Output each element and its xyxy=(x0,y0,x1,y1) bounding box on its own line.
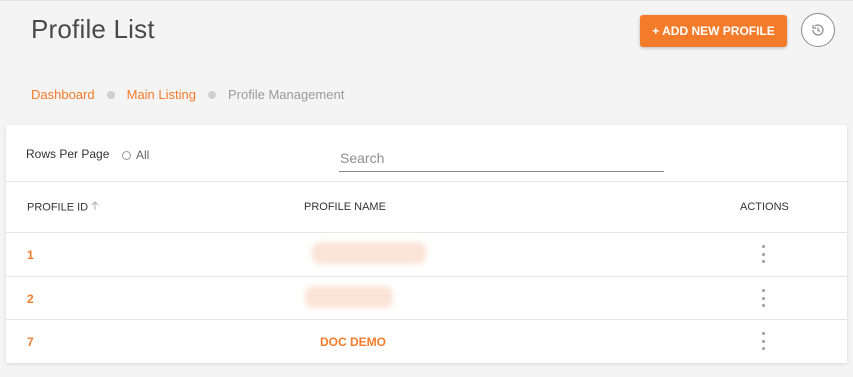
history-icon xyxy=(812,24,824,36)
history-button[interactable] xyxy=(801,13,835,47)
search-input[interactable] xyxy=(339,145,664,172)
profile-name-cell[interactable]: DOC DEMO xyxy=(320,335,386,349)
column-header-profile-name[interactable]: PROFILE NAME xyxy=(304,201,386,213)
more-actions-icon[interactable] xyxy=(760,332,766,350)
rows-all-label: All xyxy=(136,148,150,162)
arrow-up-icon[interactable] xyxy=(91,201,99,214)
more-actions-icon[interactable] xyxy=(760,289,766,307)
rows-all-radio[interactable] xyxy=(122,150,131,160)
breadcrumb-separator xyxy=(106,90,115,99)
add-new-profile-button[interactable]: + ADD NEW PROFILE xyxy=(640,15,787,47)
profile-id-cell[interactable]: 7 xyxy=(27,335,34,349)
rows-all-option[interactable]: All xyxy=(122,148,149,162)
column-header-actions: ACTIONS xyxy=(740,201,789,213)
table-row[interactable]: 1 xyxy=(6,233,847,276)
breadcrumb: Dashboard Main Listing Profile Managemen… xyxy=(31,87,344,102)
table-row[interactable]: 2 xyxy=(6,277,847,320)
column-header-profile-id[interactable]: PROFILE ID xyxy=(27,201,99,214)
breadcrumb-separator xyxy=(207,90,216,99)
redacted-name xyxy=(305,286,393,308)
table-row[interactable]: 7 DOC DEMO xyxy=(6,320,847,363)
redacted-name xyxy=(312,242,426,264)
page-title: Profile List xyxy=(31,14,155,44)
breadcrumb-dashboard[interactable]: Dashboard xyxy=(31,87,95,102)
profile-id-cell[interactable]: 1 xyxy=(27,248,34,262)
top-border xyxy=(0,0,853,1)
rows-per-page-label: Rows Per Page xyxy=(26,147,110,161)
divider xyxy=(6,181,847,182)
profile-id-cell[interactable]: 2 xyxy=(27,292,34,306)
column-header-profile-id-label: PROFILE ID xyxy=(27,201,89,214)
breadcrumb-profile-management: Profile Management xyxy=(227,87,345,102)
profile-table-card: Rows Per Page All PROFILE ID PROFILE NAM… xyxy=(6,125,847,363)
more-actions-icon[interactable] xyxy=(760,245,766,263)
breadcrumb-main-listing[interactable]: Main Listing xyxy=(127,87,196,102)
